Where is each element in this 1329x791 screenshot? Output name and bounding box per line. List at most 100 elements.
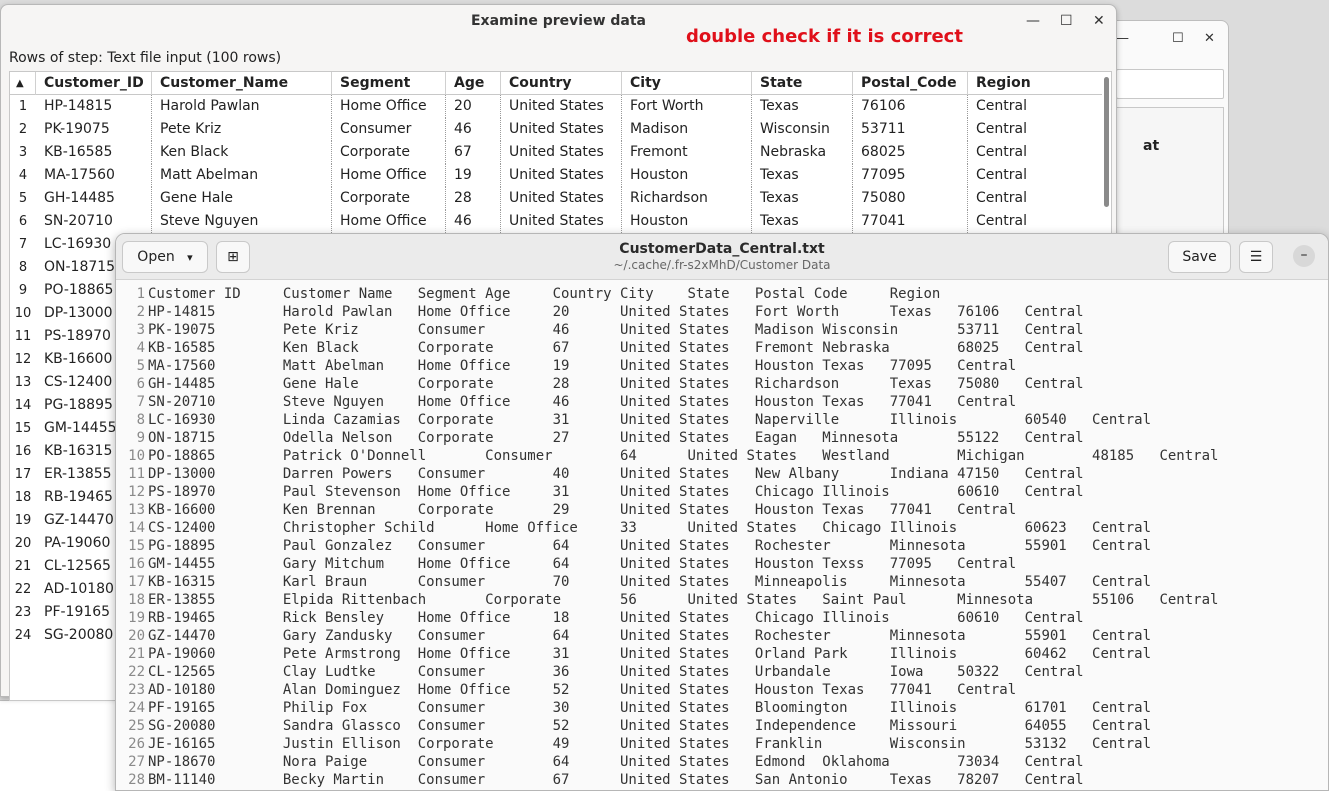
column-header[interactable]: Country [501, 72, 622, 95]
column-header[interactable]: Age [446, 72, 501, 95]
minimize-button[interactable]: – [1293, 245, 1315, 267]
row-number: 6 [18, 214, 28, 229]
text-line: 21 PA-19060 Pete Armstrong Home Office 31… [116, 645, 1328, 663]
table-cell[interactable]: Central [968, 95, 1102, 118]
table-row[interactable]: 6 SN-20710 Steve Nguyen Home Office 46 United… [10, 210, 1102, 233]
table-cell[interactable]: Texas [752, 210, 853, 233]
table-cell[interactable]: 75080 [853, 187, 968, 210]
row-number: 22 [14, 582, 32, 597]
table-cell[interactable]: GH-14485 [36, 187, 152, 210]
line-number: 28 [128, 772, 145, 788]
table-scrollbar[interactable] [1104, 77, 1109, 207]
table-cell[interactable]: United States [501, 95, 622, 118]
maximize-icon[interactable]: ☐ [1060, 13, 1073, 29]
minimize-icon[interactable]: — [1116, 31, 1129, 46]
table-cell[interactable]: Nebraska [752, 141, 853, 164]
annotation-note: double check if it is correct [686, 26, 963, 47]
table-row[interactable]: 4 MA-17560 Matt Abelman Home Office 19 United… [10, 164, 1102, 187]
line-text: GZ-14470 Gary Zandusky Consumer 64 Unite… [148, 628, 1152, 644]
table-cell[interactable]: Pete Kriz [152, 118, 332, 141]
maximize-icon[interactable]: ☐ [1172, 31, 1184, 46]
table-row[interactable]: 2 PK-19075 Pete Kriz Consumer 46 United State… [10, 118, 1102, 141]
table-cell[interactable]: United States [501, 187, 622, 210]
table-cell[interactable]: Texas [752, 187, 853, 210]
table-cell[interactable]: Corporate [332, 187, 446, 210]
text-area[interactable]: 1 Customer ID Customer Name Segment Age C… [116, 281, 1328, 790]
line-text: DP-13000 Darren Powers Consumer 40 Unite… [148, 466, 1084, 482]
row-number: 21 [14, 559, 32, 574]
table-cell[interactable]: 46 [446, 118, 501, 141]
table-cell[interactable]: United States [501, 164, 622, 187]
column-header[interactable]: Customer_ID [36, 72, 152, 95]
table-cell[interactable]: Matt Abelman [152, 164, 332, 187]
table-header: ▲ Customer_ID Customer_Name Segment Age … [10, 72, 1102, 95]
line-number: 22 [128, 664, 145, 680]
sort-icon[interactable]: ▲ [10, 72, 36, 95]
table-cell[interactable]: Wisconsin [752, 118, 853, 141]
column-header[interactable]: City [622, 72, 752, 95]
column-header[interactable]: Segment [332, 72, 446, 95]
table-cell[interactable]: Madison [622, 118, 752, 141]
menu-button[interactable]: ☰ [1239, 241, 1273, 273]
table-cell[interactable]: 77041 [853, 210, 968, 233]
line-number: 1 [136, 286, 145, 302]
table-cell[interactable]: 19 [446, 164, 501, 187]
table-cell[interactable]: Houston [622, 210, 752, 233]
table-cell[interactable]: 77095 [853, 164, 968, 187]
table-cell[interactable]: Steve Nguyen [152, 210, 332, 233]
line-text: BM-11140 Becky Martin Consumer 67 United… [148, 772, 1084, 788]
table-cell[interactable]: Ken Black [152, 141, 332, 164]
table-cell[interactable]: United States [501, 118, 622, 141]
save-button[interactable]: Save [1168, 241, 1231, 273]
table-cell[interactable]: Texas [752, 164, 853, 187]
table-cell[interactable]: Home Office [332, 95, 446, 118]
table-cell[interactable]: United States [501, 210, 622, 233]
table-cell[interactable]: 76106 [853, 95, 968, 118]
table-row[interactable]: 3 KB-16585 Ken Black Corporate 67 United Stat… [10, 141, 1102, 164]
table-cell[interactable]: Houston [622, 164, 752, 187]
table-cell[interactable]: 46 [446, 210, 501, 233]
close-icon[interactable]: ✕ [1204, 31, 1215, 46]
table-cell[interactable]: 20 [446, 95, 501, 118]
column-header[interactable]: Customer_Name [152, 72, 332, 95]
table-cell[interactable]: Home Office [332, 210, 446, 233]
minimize-icon[interactable]: — [1026, 13, 1040, 29]
table-cell[interactable]: Central [968, 210, 1102, 233]
table-cell[interactable]: 67 [446, 141, 501, 164]
table-cell[interactable]: Texas [752, 95, 853, 118]
table-cell[interactable]: HP-14815 [36, 95, 152, 118]
table-cell[interactable]: Harold Pawlan [152, 95, 332, 118]
table-cell[interactable]: 28 [446, 187, 501, 210]
background-input[interactable] [1116, 69, 1224, 99]
line-text: PG-18895 Paul Gonzalez Consumer 64 Unite… [148, 538, 1152, 554]
table-cell[interactable]: Home Office [332, 164, 446, 187]
close-icon[interactable]: ✕ [1093, 13, 1105, 29]
table-cell[interactable]: Central [968, 164, 1102, 187]
table-cell[interactable]: PK-19075 [36, 118, 152, 141]
column-header[interactable]: Region [968, 72, 1102, 95]
table-cell[interactable]: Central [968, 118, 1102, 141]
row-number: 18 [14, 490, 32, 505]
table-cell[interactable]: Fort Worth [622, 95, 752, 118]
line-text: SG-20080 Sandra Glassco Consumer 52 Unit… [148, 718, 1152, 734]
column-header[interactable]: Postal_Code [853, 72, 968, 95]
table-cell[interactable]: Gene Hale [152, 187, 332, 210]
table-cell[interactable]: Corporate [332, 141, 446, 164]
table-row[interactable]: 1 HP-14815 Harold Pawlan Home Office 20 Unite… [10, 95, 1102, 118]
column-header[interactable]: State [752, 72, 853, 95]
table-cell[interactable]: Richardson [622, 187, 752, 210]
table-cell[interactable]: Central [968, 187, 1102, 210]
table-cell[interactable]: 53711 [853, 118, 968, 141]
line-text: PO-18865 Patrick O'Donnell Consumer 64 U… [148, 448, 1219, 464]
table-cell[interactable]: 68025 [853, 141, 968, 164]
table-row[interactable]: 5 GH-14485 Gene Hale Corporate 28 United Stat… [10, 187, 1102, 210]
table-cell[interactable]: United States [501, 141, 622, 164]
table-cell[interactable]: Central [968, 141, 1102, 164]
table-cell[interactable]: KB-16585 [36, 141, 152, 164]
table-cell[interactable]: SN-20710 [36, 210, 152, 233]
table-cell[interactable]: Consumer [332, 118, 446, 141]
text-line: 23 AD-10180 Alan Dominguez Home Office 52… [116, 681, 1328, 699]
table-cell[interactable]: MA-17560 [36, 164, 152, 187]
table-cell[interactable]: Fremont [622, 141, 752, 164]
text-line: 11 DP-13000 Darren Powers Consumer 40 Uni… [116, 465, 1328, 483]
